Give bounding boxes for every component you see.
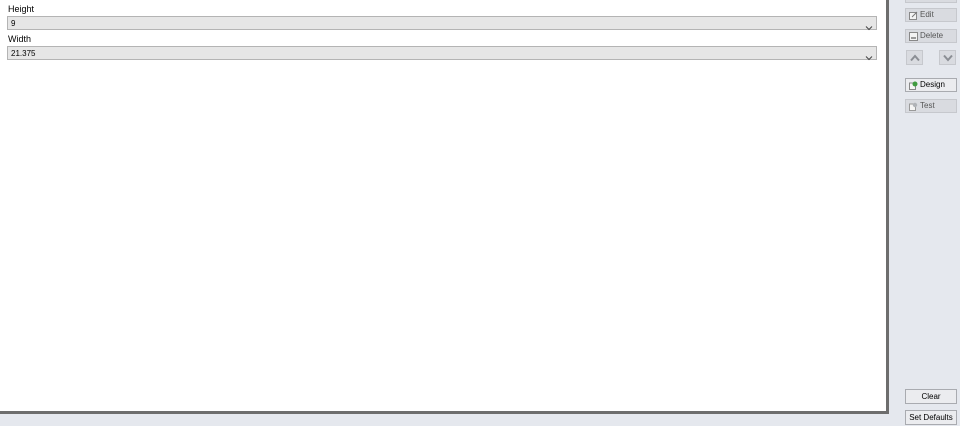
width-value: 21.375 bbox=[11, 49, 36, 58]
test-button[interactable]: Test bbox=[905, 99, 957, 113]
edit-icon bbox=[909, 11, 918, 20]
delete-label: Delete bbox=[920, 31, 944, 40]
design-icon bbox=[909, 81, 918, 90]
clear-button[interactable]: Clear bbox=[905, 389, 957, 404]
delete-button[interactable]: Delete bbox=[905, 29, 957, 43]
edit-button[interactable]: Edit bbox=[905, 8, 957, 22]
design-label: Design bbox=[920, 80, 945, 89]
test-label: Test bbox=[920, 101, 935, 110]
height-label: Height bbox=[8, 4, 35, 14]
chevron-down-icon[interactable] bbox=[865, 49, 873, 61]
edit-label: Edit bbox=[920, 10, 934, 19]
width-select[interactable]: 21.375 bbox=[7, 46, 877, 61]
move-down-button[interactable] bbox=[939, 50, 956, 65]
set-defaults-button[interactable]: Set Defaults bbox=[905, 410, 957, 425]
add-button[interactable] bbox=[905, 0, 957, 3]
delete-icon bbox=[909, 32, 918, 41]
design-button[interactable]: Design bbox=[905, 78, 957, 92]
width-label: Width bbox=[8, 34, 32, 44]
move-up-button[interactable] bbox=[906, 50, 923, 65]
height-select[interactable]: 9 bbox=[7, 16, 877, 31]
test-icon bbox=[909, 102, 918, 111]
height-value: 9 bbox=[11, 19, 16, 28]
chevron-down-icon[interactable] bbox=[865, 19, 873, 31]
properties-panel: Height 9 Width 21.375 bbox=[0, 0, 889, 414]
